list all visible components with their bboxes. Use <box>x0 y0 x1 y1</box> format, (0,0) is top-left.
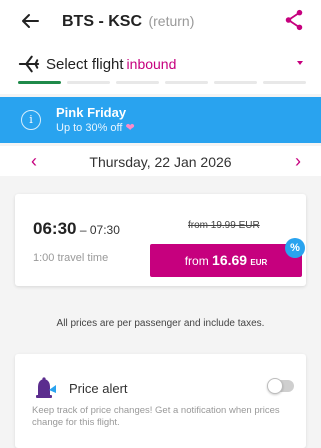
progress-step <box>116 81 159 84</box>
progress-step <box>165 81 208 84</box>
price-alert-title: Price alert <box>69 381 128 396</box>
progress-step <box>214 81 257 84</box>
bell-icon <box>36 377 56 398</box>
promo-title: Pink Friday <box>56 105 127 120</box>
promo-subtitle: Up to 30% off ❤ <box>56 121 135 134</box>
price-prefix: from <box>184 254 209 268</box>
price-note: All prices are per passenger and include… <box>56 318 265 329</box>
arrow-left-icon[interactable] <box>18 9 42 33</box>
price-alert-description: Keep track of price changes! Get a notif… <box>32 405 280 428</box>
price-alert-card: Price alert Keep track of price changes!… <box>15 354 306 448</box>
price-amount: 16.69 <box>212 252 248 268</box>
progress-step <box>263 81 306 84</box>
promo-banner[interactable]: i Pink Friday Up to 30% off ❤ <box>0 97 321 143</box>
route-label: BTS - KSC <box>62 13 142 30</box>
original-price: from 19.99 EUR <box>188 220 260 231</box>
selected-date: Thursday, 22 Jan 2026 <box>89 154 232 170</box>
plane-icon <box>18 55 40 73</box>
heart-icon: ❤ <box>125 122 135 134</box>
page-title: BTS - KSC (return) <box>62 13 194 31</box>
chevron-down-icon[interactable] <box>297 61 303 65</box>
select-label: Select flight <box>46 56 124 73</box>
travel-duration: 1:00 travel time <box>33 252 109 264</box>
info-icon: i <box>21 110 41 130</box>
select-flight-label: Select flight inbound <box>46 56 176 73</box>
select-price-button[interactable]: from 16.69 EUR <box>150 244 302 277</box>
price-alert-toggle[interactable] <box>267 378 294 394</box>
time-separator: – <box>79 223 87 237</box>
progress-step <box>67 81 110 84</box>
share-icon[interactable] <box>283 9 305 31</box>
price-currency: EUR <box>250 258 268 267</box>
departure-time: 06:30 <box>33 219 77 238</box>
next-date-button[interactable]: › <box>288 151 308 172</box>
direction-label: inbound <box>126 56 177 72</box>
toggle-knob[interactable] <box>267 378 283 394</box>
progress-steps <box>18 81 306 85</box>
flight-card[interactable]: 06:30 – 07:30 1:00 travel time from 19.9… <box>15 194 306 286</box>
discount-badge-icon: % <box>285 238 305 258</box>
app-bar: BTS - KSC (return) <box>0 0 321 42</box>
date-navigation: ‹ Thursday, 22 Jan 2026 › <box>0 146 321 176</box>
arrival-time: 07:30 <box>89 223 120 237</box>
flight-times: 06:30 – 07:30 <box>33 219 120 239</box>
flight-selector[interactable]: Select flight inbound <box>0 42 321 94</box>
promo-subtitle-text: Up to 30% off <box>56 122 123 134</box>
trip-type-label: (return) <box>148 13 195 29</box>
progress-step <box>18 81 61 84</box>
